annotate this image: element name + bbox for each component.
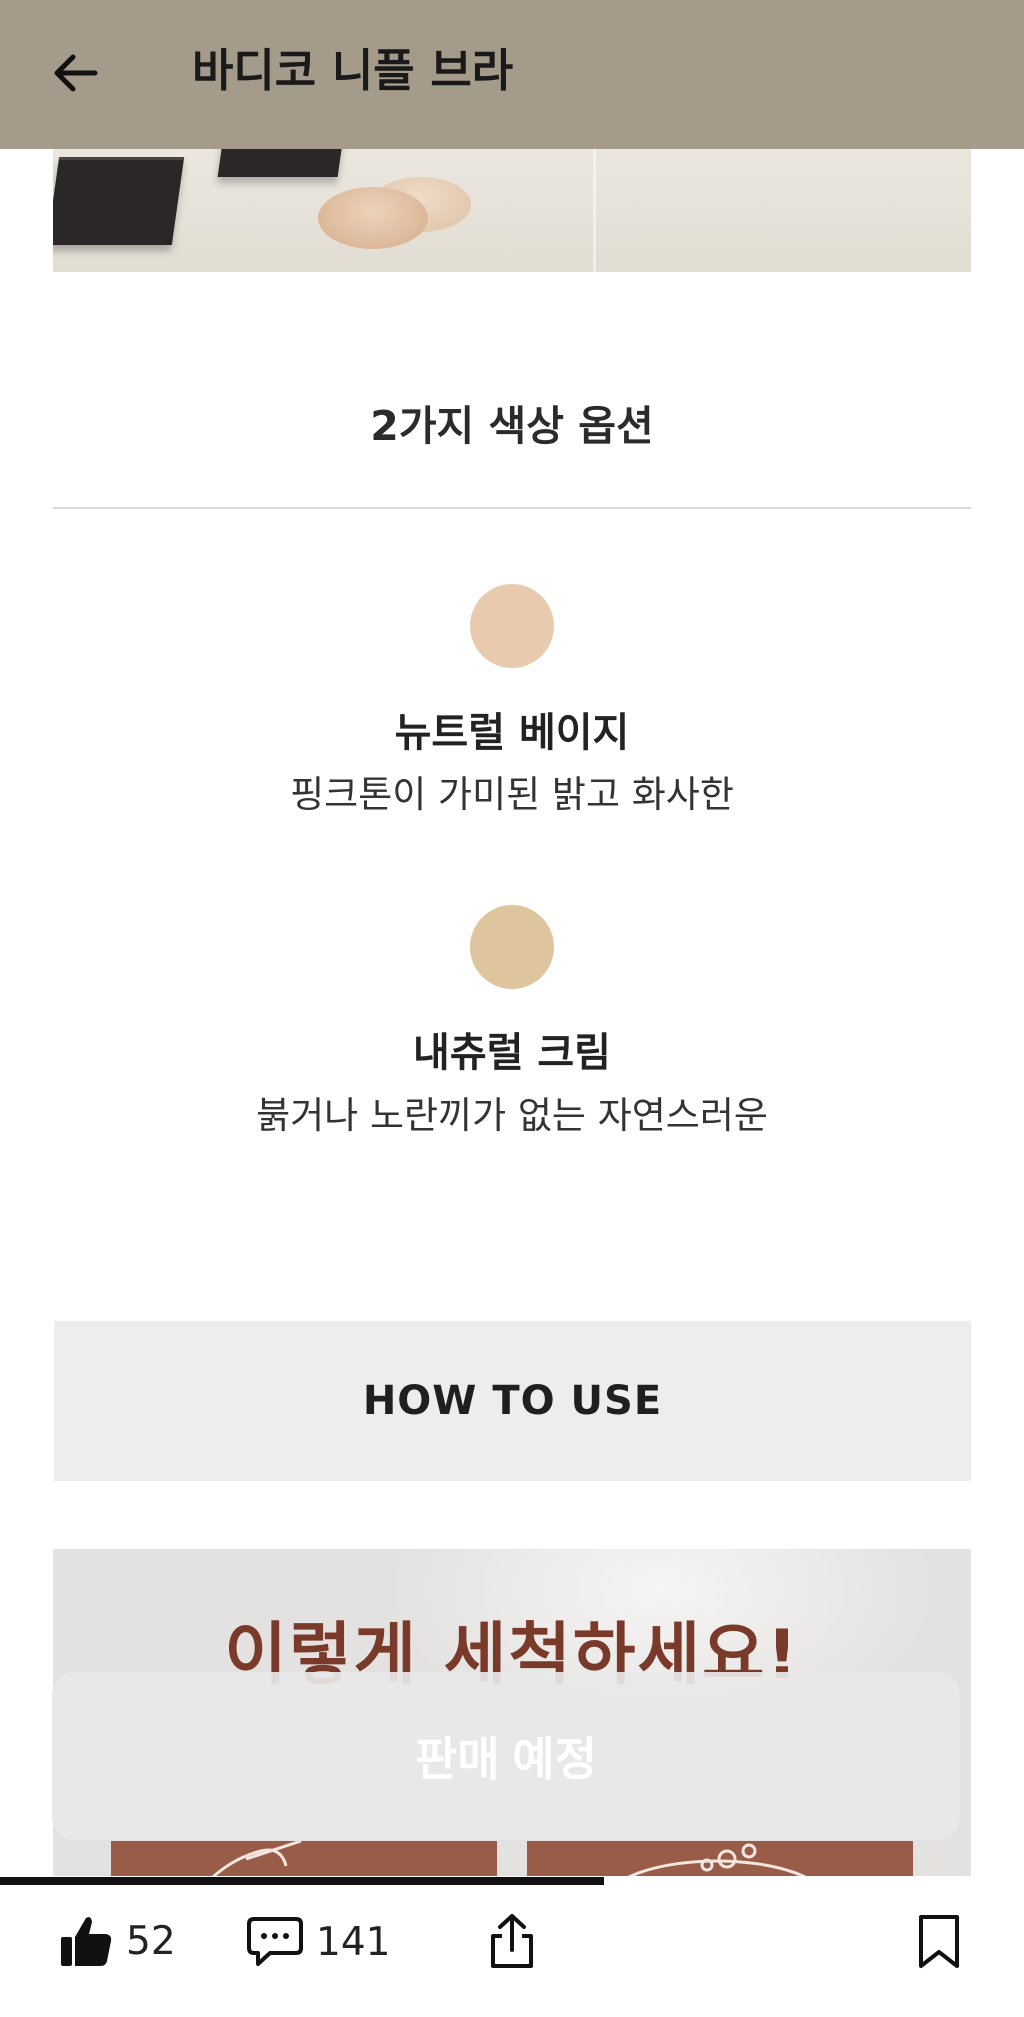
sale-button-label: 판매 예정 [414, 1733, 598, 1785]
top-app-bar: 바디코 니플 브라 [0, 0, 1024, 149]
color-swatch-neutral-beige [470, 584, 554, 668]
comment-icon [247, 1917, 303, 1966]
product-hero-image [53, 149, 971, 272]
nipple-patch-image [318, 187, 428, 249]
brush-icon [208, 1841, 302, 1879]
comment-button[interactable]: 141 [246, 1915, 390, 1969]
product-box-image [53, 157, 185, 245]
sale-scheduled-button[interactable]: 판매 예정 [52, 1672, 960, 1840]
page-title: 바디코 니플 브라 [192, 44, 514, 97]
color-option-description: 붉거나 노란끼가 없는 자연스러운 [256, 1094, 768, 1137]
like-button[interactable]: 52 [58, 1913, 176, 1969]
color-swatch-natural-cream [470, 905, 554, 989]
bowl-bubbles-icon [622, 1843, 812, 1879]
comment-count: 141 [316, 1919, 391, 1965]
washing-step-card [527, 1841, 913, 1879]
share-button[interactable] [486, 1912, 538, 1970]
back-button[interactable] [40, 42, 110, 104]
color-option-description: 핑크톤이 가미된 밝고 화사한 [290, 773, 734, 816]
color-option-name: 뉴트럴 베이지 [394, 710, 630, 756]
reading-progress-bar [0, 1877, 605, 1885]
bookmark-button[interactable] [915, 1913, 963, 1971]
how-to-use-label: HOW TO USE [362, 1378, 663, 1424]
section-divider [53, 507, 971, 509]
thumbs-up-icon [61, 1917, 112, 1966]
like-count: 52 [126, 1918, 176, 1964]
share-icon [491, 1914, 533, 1968]
bottom-action-bar: 52 141 [0, 1886, 1024, 2017]
fabric-fold [593, 149, 596, 272]
arrow-left-icon [54, 54, 98, 92]
color-options-title: 2가지 색상 옵션 [370, 402, 654, 450]
bookmark-icon [919, 1915, 959, 1968]
how-to-use-banner: HOW TO USE [54, 1321, 971, 1481]
washing-step-card [111, 1841, 497, 1879]
product-box-image [217, 149, 345, 177]
color-option-name: 내츄럴 크림 [413, 1030, 611, 1076]
